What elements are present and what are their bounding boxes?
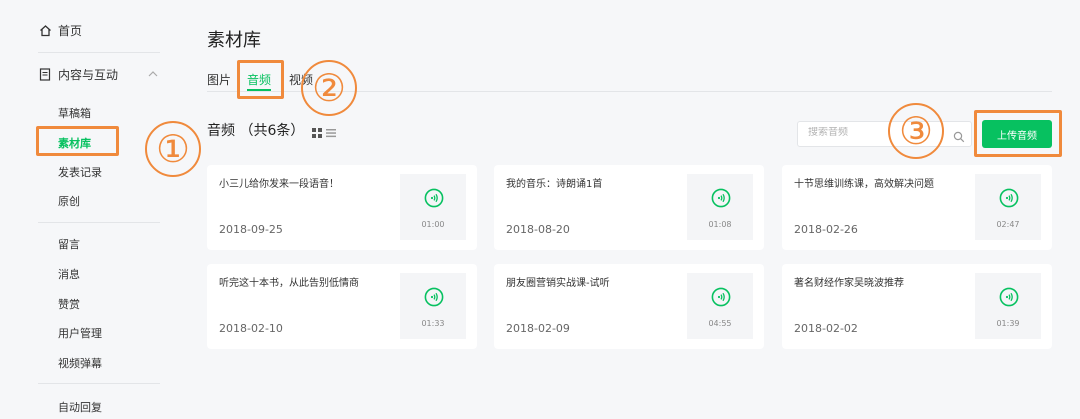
list-view-icon[interactable] [326,123,336,142]
search-icon[interactable] [953,128,965,143]
section-title: 音频 （共6条） [207,123,305,139]
sidebar-item-auto-reply[interactable]: 自动回复 [58,399,102,415]
audio-date: 2018-02-10 [219,322,283,335]
audio-duration: 02:47 [996,220,1020,229]
audio-title: 十节思维训练课，高效解决问题 [794,179,934,190]
sidebar-divider [38,222,160,223]
audio-card[interactable]: 听完这十本书，从此告别低情商 2018-02-10 01:33 [207,264,477,349]
sidebar: 首页 内容与互动 草稿箱 素材库 发表记录 原创 留言 消息 赞赏 用户管理 视… [0,0,180,419]
audio-duration: 01:08 [708,220,732,229]
audio-duration: 01:33 [421,319,445,328]
audio-thumbnail: 02:47 [975,174,1041,240]
sidebar-item-tips[interactable]: 赞赏 [58,296,80,312]
audio-date: 2018-08-20 [506,223,570,236]
audio-card[interactable]: 小三儿给你发来一段语音！ 2018-09-25 01:00 [207,165,477,250]
audio-duration: 01:00 [421,220,445,229]
annotation-number-3: ③ [888,103,944,159]
page-title: 素材库 [207,30,261,51]
chevron-up-icon[interactable] [148,69,158,80]
sidebar-item-messages[interactable]: 消息 [58,266,80,282]
sidebar-divider [38,383,160,384]
audio-play-icon[interactable] [999,287,1019,307]
tab-images[interactable]: 图片 [207,71,231,88]
audio-date: 2018-02-02 [794,322,858,335]
audio-play-icon[interactable] [711,188,731,208]
sidebar-item-publish-records[interactable]: 发表记录 [58,164,102,180]
audio-thumbnail: 01:08 [687,174,753,240]
audio-play-icon[interactable] [711,287,731,307]
sidebar-item-user-management[interactable]: 用户管理 [58,325,102,341]
annotation-number-2: ② [301,60,357,116]
sidebar-item-drafts[interactable]: 草稿箱 [58,105,91,121]
sidebar-item-label: 首页 [58,24,83,38]
annotation-box-audio-tab [237,60,284,99]
sidebar-group-label: 内容与互动 [58,68,119,82]
audio-title: 我的音乐：诗朗诵1首 [506,179,603,190]
audio-card[interactable]: 著名财经作家吴晓波推荐 2018-02-02 01:39 [782,264,1052,349]
audio-title: 著名财经作家吴晓波推荐 [794,278,904,289]
audio-card[interactable]: 我的音乐：诗朗诵1首 2018-08-20 01:08 [494,165,764,250]
annotation-box-upload-button [974,110,1062,157]
audio-card[interactable]: 十节思维训练课，高效解决问题 2018-02-26 02:47 [782,165,1052,250]
audio-thumbnail: 01:39 [975,273,1041,339]
audio-duration: 01:39 [996,319,1020,328]
sidebar-divider [38,52,160,53]
audio-play-icon[interactable] [999,188,1019,208]
audio-thumbnail: 01:00 [400,174,466,240]
sidebar-group-content[interactable]: 内容与互动 [38,66,158,83]
audio-card[interactable]: 朋友圈营销实战课-试听 2018-02-09 04:55 [494,264,764,349]
sidebar-item-comments[interactable]: 留言 [58,236,80,252]
audio-date: 2018-02-09 [506,322,570,335]
grid-view-icon[interactable] [312,123,322,142]
audio-title: 小三儿给你发来一段语音！ [219,179,339,190]
audio-date: 2018-02-26 [794,223,858,236]
audio-date: 2018-09-25 [219,223,283,236]
view-toggle [312,123,336,142]
audio-thumbnail: 04:55 [687,273,753,339]
search-box [797,121,972,147]
annotation-box-material-library [36,126,119,156]
audio-duration: 04:55 [708,319,732,328]
annotation-number-1: ① [145,121,201,177]
audio-play-icon[interactable] [424,188,444,208]
audio-title: 朋友圈营销实战课-试听 [506,278,610,289]
sidebar-item-video-danmaku[interactable]: 视频弹幕 [58,355,102,371]
audio-play-icon[interactable] [424,287,444,307]
sidebar-item-original[interactable]: 原创 [58,193,80,209]
audio-title: 听完这十本书，从此告别低情商 [219,278,359,289]
sidebar-item-home[interactable]: 首页 [38,22,82,39]
home-icon [38,24,52,38]
audio-thumbnail: 01:33 [400,273,466,339]
document-icon [38,68,52,82]
